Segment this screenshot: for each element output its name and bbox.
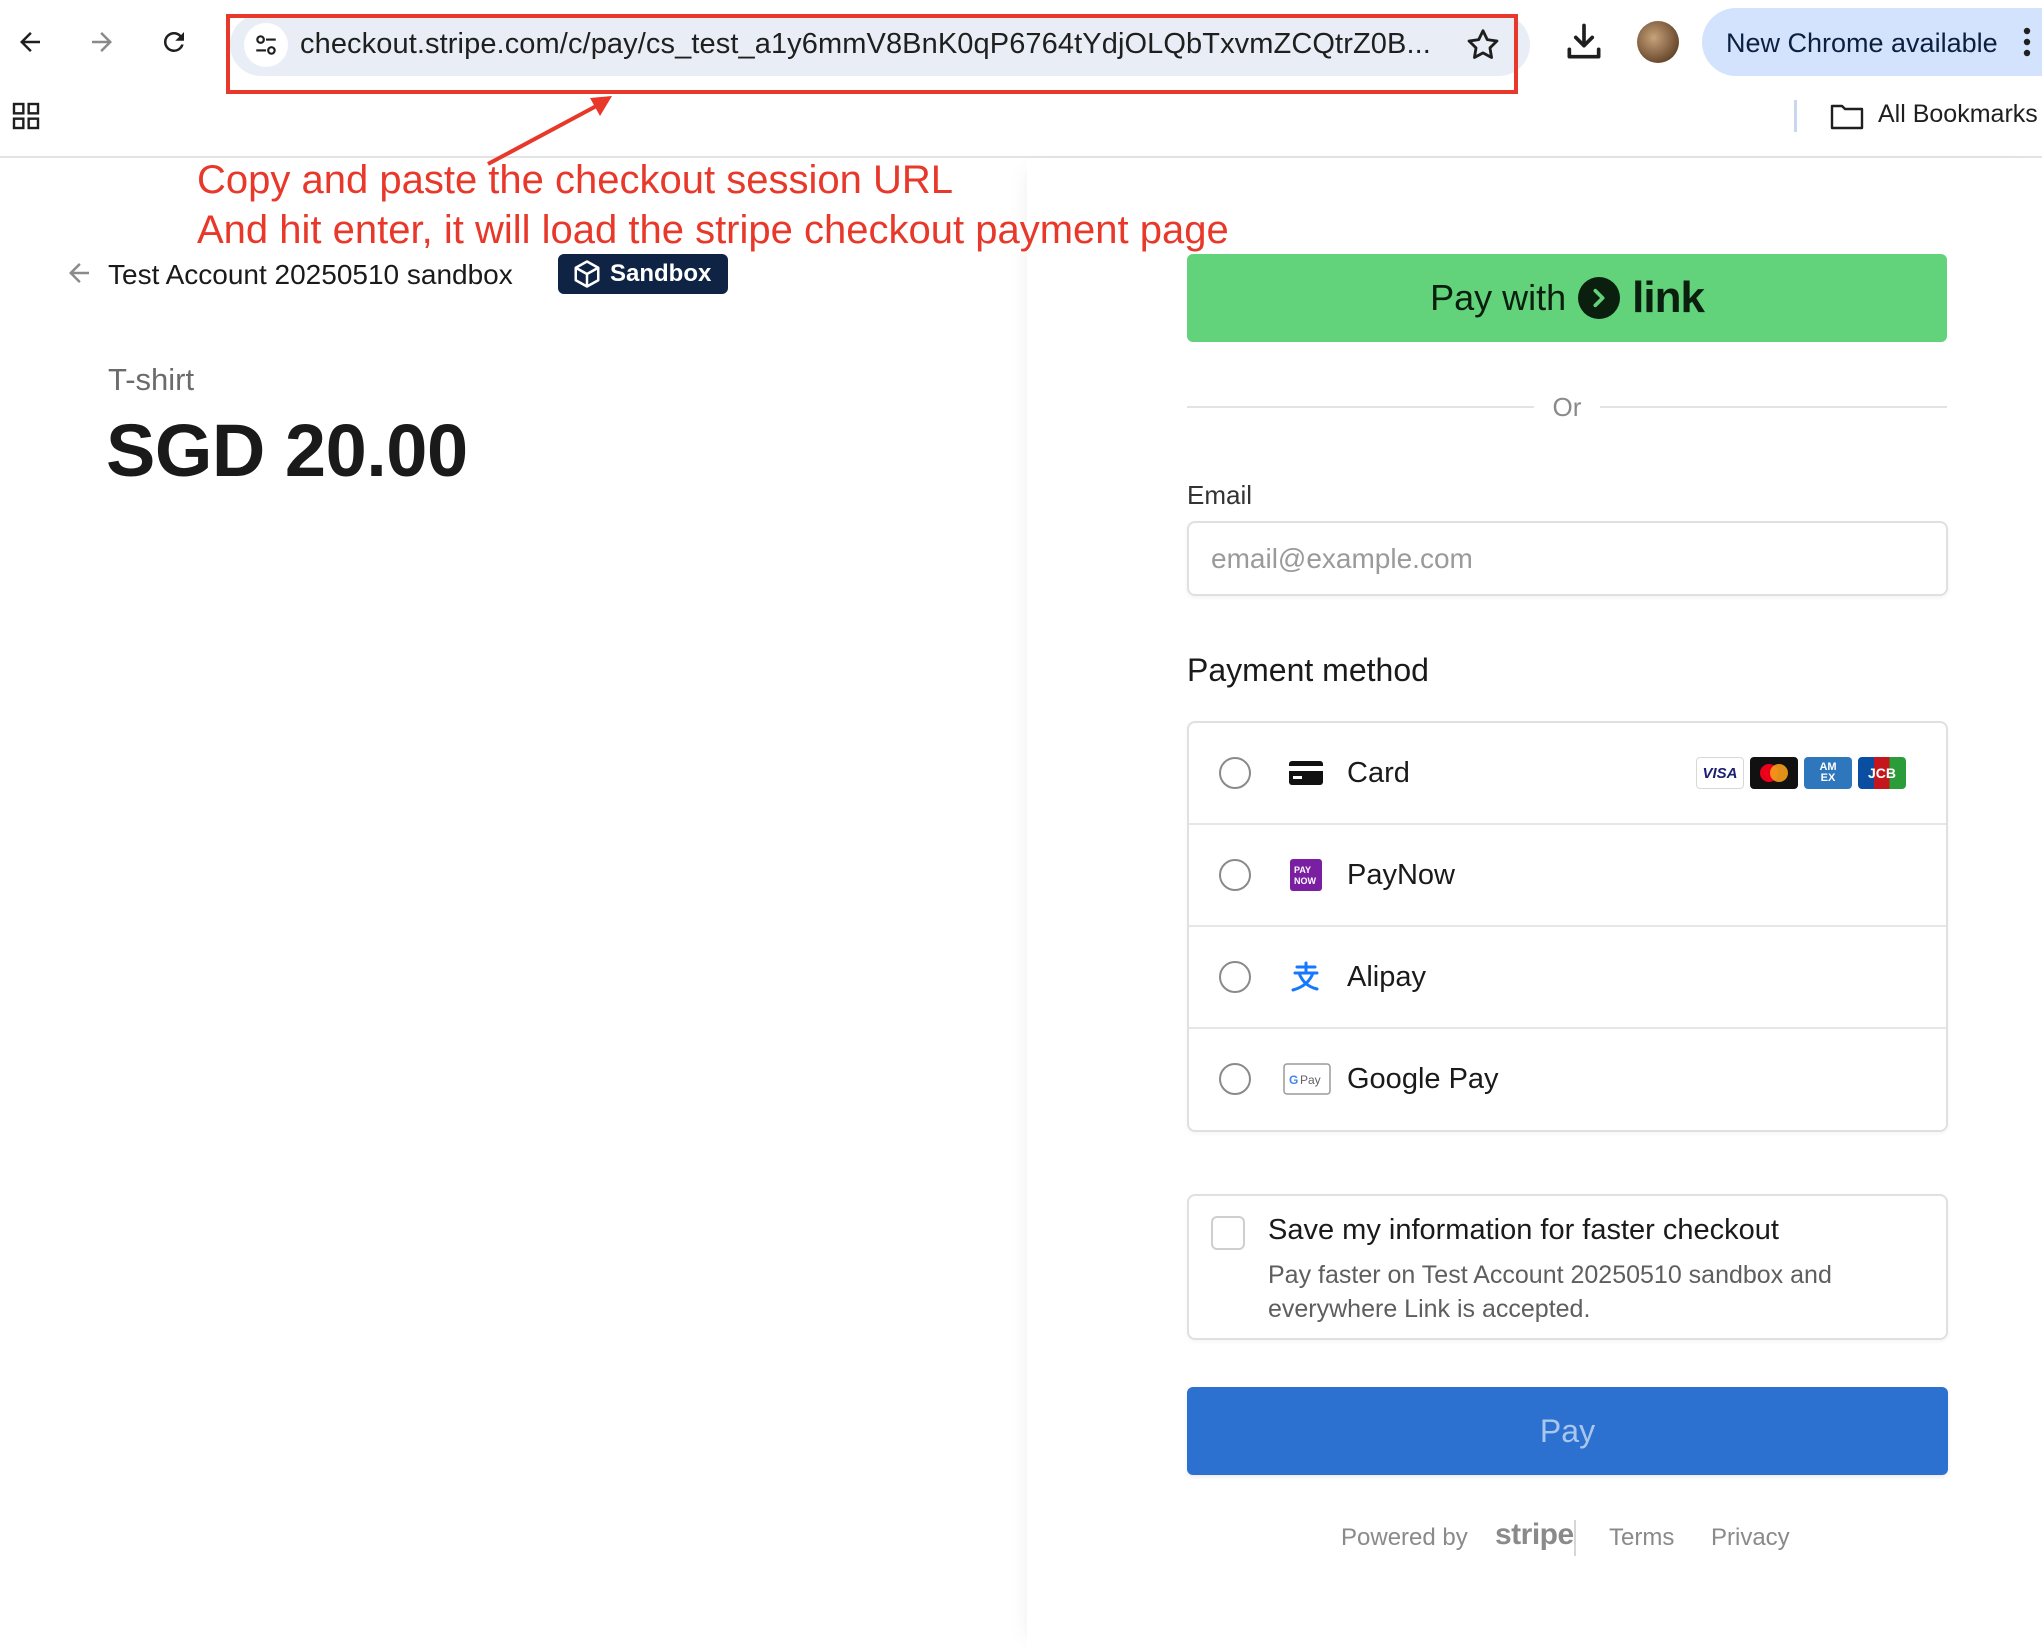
- forward-icon[interactable]: [78, 18, 126, 66]
- amex-logo: AM EX: [1804, 757, 1852, 789]
- or-label: Or: [1552, 392, 1582, 422]
- card-icon: [1289, 756, 1323, 790]
- alipay-radio[interactable]: [1219, 961, 1251, 993]
- email-field[interactable]: [1187, 521, 1948, 596]
- url-highlight-box: [226, 14, 1518, 94]
- new-chrome-available-button[interactable]: New Chrome available: [1702, 8, 2042, 76]
- payment-option-alipay[interactable]: Alipay: [1189, 927, 1946, 1029]
- pay-button[interactable]: Pay: [1187, 1387, 1948, 1475]
- paynow-icon: PAY NOW: [1289, 858, 1323, 892]
- back-icon[interactable]: [6, 18, 54, 66]
- save-info-checkbox[interactable]: [1211, 1216, 1245, 1250]
- alipay-label: Alipay: [1347, 961, 1426, 993]
- apps-icon[interactable]: [10, 100, 42, 132]
- download-icon[interactable]: [1562, 20, 1606, 64]
- more-icon[interactable]: [2022, 26, 2032, 58]
- paynow-label: PayNow: [1347, 859, 1455, 891]
- terms-link[interactable]: Terms: [1609, 1524, 1674, 1552]
- all-bookmarks-label[interactable]: All Bookmarks: [1878, 100, 2038, 129]
- merchant-name[interactable]: Test Account 20250510 sandbox: [108, 259, 513, 291]
- google-pay-label: Google Pay: [1347, 1063, 1499, 1095]
- card-radio[interactable]: [1219, 757, 1251, 789]
- svg-text:G: G: [1289, 1073, 1298, 1087]
- annotation-line-1: Copy and paste the checkout session URL: [197, 158, 953, 202]
- save-info-description: Pay faster on Test Account 20250510 sand…: [1268, 1261, 1832, 1323]
- email-label: Email: [1187, 480, 1253, 510]
- payment-option-google-pay[interactable]: G Pay Google Pay: [1189, 1029, 1946, 1130]
- powered-by-label: Powered by: [1341, 1524, 1468, 1551]
- save-info-title[interactable]: Save my information for faster checkout: [1268, 1214, 1779, 1247]
- card-label: Card: [1347, 757, 1410, 789]
- payment-method-list: Card VISA AM EX JCB PAY NOW PayNow Alipay …: [1187, 721, 1948, 1132]
- link-brand-label: link: [1632, 273, 1705, 322]
- alipay-icon: [1289, 960, 1323, 994]
- annotation-line-2: And hit enter, it will load the stripe c…: [197, 208, 1229, 252]
- svg-text:Pay: Pay: [1300, 1073, 1321, 1087]
- checkout-footer: Powered by stripe Terms Privacy: [1341, 1518, 1901, 1560]
- product-name: T-shirt: [108, 362, 195, 397]
- order-total: SGD 20.00: [106, 409, 468, 492]
- mastercard-logo: [1750, 757, 1798, 789]
- payment-option-card[interactable]: Card VISA AM EX JCB: [1189, 723, 1946, 825]
- chrome-update-label: New Chrome available: [1726, 28, 1998, 58]
- payment-method-title: Payment method: [1187, 652, 1429, 688]
- reload-icon[interactable]: [150, 18, 198, 66]
- google-pay-icon: G Pay: [1283, 1062, 1331, 1096]
- bookmarks-divider: [1794, 100, 1797, 132]
- back-to-merchant-icon[interactable]: [64, 258, 94, 288]
- or-divider: Or: [1187, 392, 1947, 422]
- svg-text:NOW: NOW: [1294, 876, 1317, 886]
- card-brands: VISA AM EX JCB: [1696, 757, 1906, 789]
- visa-logo: VISA: [1696, 757, 1744, 789]
- google-pay-radio[interactable]: [1219, 1063, 1251, 1095]
- pay-with-label: Pay with: [1430, 277, 1567, 318]
- svg-text:PAY: PAY: [1294, 865, 1311, 875]
- sandbox-badge-label: Sandbox: [610, 260, 712, 287]
- footer-divider: [1574, 1520, 1576, 1556]
- paynow-radio[interactable]: [1219, 859, 1251, 891]
- payment-option-paynow[interactable]: PAY NOW PayNow: [1189, 825, 1946, 927]
- pay-with-link-button[interactable]: Pay with link: [1187, 254, 1947, 342]
- stripe-logo[interactable]: stripe: [1495, 1518, 1574, 1552]
- link-save-info-box: Save my information for faster checkout …: [1187, 1194, 1948, 1340]
- jcb-logo: JCB: [1858, 757, 1906, 789]
- sandbox-badge: Sandbox: [558, 254, 728, 294]
- folder-icon[interactable]: [1830, 102, 1864, 130]
- profile-avatar[interactable]: [1637, 21, 1679, 63]
- sandbox-cube-icon: [574, 260, 600, 288]
- privacy-link[interactable]: Privacy: [1711, 1524, 1790, 1552]
- link-chevron-icon: [1578, 277, 1621, 319]
